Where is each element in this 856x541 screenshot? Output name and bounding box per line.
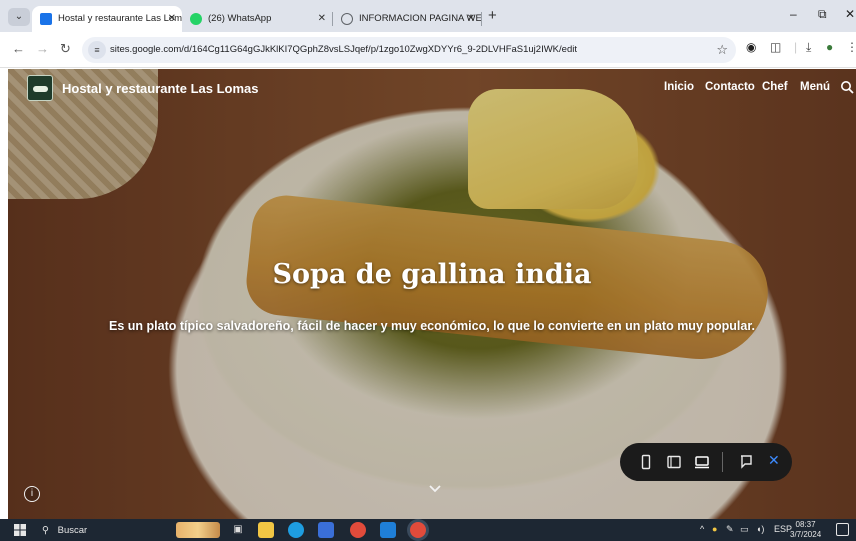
site-logo[interactable]	[27, 75, 53, 101]
taskbar-search[interactable]: ⚲ Buscar	[42, 522, 158, 539]
extension-circle-icon[interactable]: ◉	[746, 40, 756, 54]
download-icon[interactable]: ⤓	[806, 40, 811, 55]
site-settings-icon[interactable]: ≡	[88, 41, 106, 59]
reload-icon[interactable]: ↻	[60, 41, 71, 57]
desktop-preview-icon[interactable]	[694, 454, 710, 470]
volume-icon[interactable]: ◖)	[756, 524, 764, 534]
bookmark-star-icon[interactable]: ☆	[716, 42, 728, 58]
back-arrow-icon[interactable]: ←	[12, 41, 25, 56]
task-view-icon[interactable]: ▣	[230, 522, 246, 538]
browser-tab-strip: ⌄ Hostal y restaurante Las Lomas ✕ (26) …	[0, 0, 856, 32]
nav-item-contacto[interactable]: Contacto	[705, 81, 755, 93]
chrome-icon[interactable]	[350, 522, 366, 538]
tab-close-icon[interactable]: ✕	[318, 6, 326, 32]
chrome-active-icon[interactable]	[410, 522, 426, 538]
site-page: Hostal y restaurante Las Lomas Inicio Co…	[8, 69, 856, 519]
url-text[interactable]: sites.google.com/d/164Cg11G64gGJkKlKI7QG…	[110, 37, 577, 63]
tab-hostal[interactable]: Hostal y restaurante Las Lomas ✕	[32, 6, 182, 32]
scroll-down-chevron-icon[interactable]	[428, 482, 442, 496]
mail-icon[interactable]	[380, 522, 396, 538]
feedback-flag-icon[interactable]	[738, 454, 754, 470]
hero-title: Sopa de gallina india	[272, 259, 592, 290]
tab-title: INFORMACION PAGINA WEB (	[359, 13, 481, 24]
forward-arrow-icon[interactable]: →	[36, 41, 49, 56]
tab-close-icon[interactable]: ✕	[467, 6, 475, 32]
tab-close-icon[interactable]: ✕	[168, 6, 176, 32]
extensions-puzzle-icon[interactable]: ◫	[770, 40, 781, 54]
battery-icon[interactable]: ▭	[740, 524, 749, 535]
window-close-button[interactable]: ✕	[845, 7, 855, 21]
notifications-icon[interactable]	[836, 523, 849, 536]
tab-separator	[481, 12, 482, 26]
browser-toolbar: ← → ↻ ≡ sites.google.com/d/164Cg11G64gGJ…	[0, 32, 856, 68]
tab-informacion[interactable]: INFORMACION PAGINA WEB ( ✕	[333, 6, 481, 32]
windows-start-icon[interactable]	[14, 524, 26, 536]
toolbar-divider: |	[794, 40, 798, 54]
tablet-preview-icon[interactable]	[666, 454, 682, 470]
windows-taskbar: ⚲ Buscar ▣ ^ ● ✎ ▭ ◖) ESP 08:37 3/7/2024	[0, 519, 856, 541]
tray-app-icon[interactable]: ●	[712, 524, 717, 534]
info-icon[interactable]: i	[24, 486, 40, 502]
site-search-icon[interactable]	[840, 80, 854, 94]
browser-menu-icon[interactable]: ⋮	[846, 40, 856, 54]
taskbar-search-placeholder: Buscar	[57, 525, 88, 536]
preview-toolbar-divider	[722, 452, 723, 472]
minimize-button[interactable]: –	[790, 7, 797, 21]
nav-item-menu[interactable]: Menú	[800, 81, 830, 93]
search-icon: ⚲	[42, 525, 49, 536]
tab-search-icon[interactable]: ⌄	[8, 8, 30, 26]
tray-chevron-icon[interactable]: ^	[700, 524, 704, 534]
nav-item-chef[interactable]: Chef	[762, 81, 788, 93]
whatsapp-favicon-icon	[190, 13, 202, 25]
search-highlight-image-icon[interactable]	[176, 522, 220, 538]
tab-title: Hostal y restaurante Las Lomas	[58, 13, 182, 24]
phone-preview-icon[interactable]	[638, 454, 654, 470]
hero-subtitle: Es un plato típico salvadoreño, fácil de…	[109, 319, 755, 333]
device-preview-toolbar: ✕	[620, 443, 792, 481]
edge-browser-icon[interactable]	[288, 522, 304, 538]
tab-whatsapp[interactable]: (26) WhatsApp ✕	[182, 6, 332, 32]
pen-icon[interactable]: ✎	[726, 524, 734, 535]
taskbar-clock[interactable]: 08:37 3/7/2024	[790, 520, 821, 540]
new-tab-button[interactable]: +	[488, 6, 497, 26]
store-icon[interactable]	[318, 522, 334, 538]
clock-date: 3/7/2024	[790, 530, 822, 539]
clock-time: 08:37	[795, 520, 816, 529]
nav-item-inicio[interactable]: Inicio	[664, 81, 694, 93]
address-bar[interactable]: ≡ sites.google.com/d/164Cg11G64gGJkKlKI7…	[82, 37, 736, 63]
globe-favicon-icon	[341, 13, 353, 25]
site-name[interactable]: Hostal y restaurante Las Lomas	[62, 81, 259, 96]
google-sites-favicon-icon	[40, 13, 52, 25]
restore-button[interactable]: ⧉	[818, 7, 827, 22]
tab-title: (26) WhatsApp	[208, 13, 272, 24]
close-preview-icon[interactable]: ✕	[768, 452, 784, 468]
profile-avatar-icon[interactable]: ●	[826, 40, 833, 54]
file-explorer-icon[interactable]	[258, 522, 274, 538]
